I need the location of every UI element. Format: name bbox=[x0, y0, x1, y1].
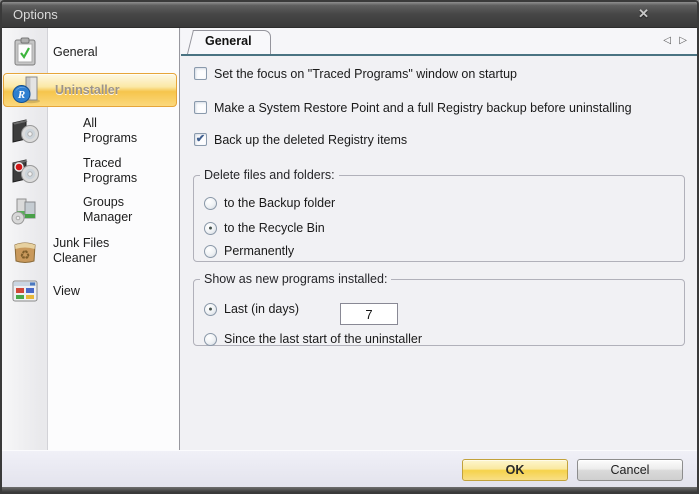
sidebar-item-label: Traced Programs bbox=[83, 156, 138, 185]
svg-text:R: R bbox=[17, 89, 25, 101]
radio-recycle-bin[interactable]: ● to the Recycle Bin bbox=[204, 221, 325, 235]
dialog-body: General R Uninstaller All Programs Trace… bbox=[2, 28, 697, 450]
radio-circle bbox=[204, 332, 217, 346]
general-icon bbox=[9, 36, 41, 68]
radio-label: Last (in days) bbox=[224, 302, 300, 316]
radio-circle bbox=[204, 244, 217, 258]
tab-scroll-left-icon[interactable]: ◁ bbox=[663, 35, 671, 46]
sidebar-item-groups-manager[interactable]: Groups Manager bbox=[2, 191, 178, 229]
tab-scroll-right-icon[interactable]: ▷ bbox=[679, 35, 687, 46]
tab-general[interactable]: General bbox=[187, 30, 271, 54]
tab-strip: General ◁ ▷ bbox=[181, 28, 697, 56]
radio-circle bbox=[204, 196, 217, 210]
group-title: Show as new programs installed: bbox=[204, 272, 388, 286]
sidebar-item-uninstaller[interactable]: R Uninstaller bbox=[3, 73, 177, 107]
radio-circle: ● bbox=[204, 221, 217, 235]
sidebar-item-view[interactable]: View bbox=[2, 274, 178, 308]
content-panel: General ◁ ▷ Set the focus on "Traced Pro… bbox=[181, 28, 697, 450]
sidebar-item-label: Groups Manager bbox=[83, 195, 133, 224]
sidebar-item-general[interactable]: General bbox=[2, 34, 178, 70]
sidebar-item-label: All Programs bbox=[83, 116, 138, 145]
checkbox-box bbox=[194, 67, 207, 80]
sidebar-item-label: Junk Files Cleaner bbox=[53, 236, 110, 265]
checkbox-focus-traced-programs[interactable]: Set the focus on "Traced Programs" windo… bbox=[194, 65, 517, 82]
radio-backup-folder[interactable]: to the Backup folder bbox=[204, 196, 335, 210]
sidebar: General R Uninstaller All Programs Trace… bbox=[2, 28, 180, 450]
radio-circle: ● bbox=[204, 302, 217, 316]
view-icon bbox=[9, 275, 41, 307]
checkbox-box: ✔ bbox=[194, 133, 207, 146]
close-icon[interactable]: ✕ bbox=[638, 6, 649, 22]
sidebar-item-all-programs[interactable]: All Programs bbox=[2, 112, 178, 150]
footer: OK Cancel bbox=[2, 450, 697, 487]
group-title: Delete files and folders: bbox=[204, 168, 335, 182]
checkbox-label: Make a System Restore Point and a full R… bbox=[214, 100, 632, 115]
checkbox-label: Back up the deleted Registry items bbox=[214, 132, 408, 147]
show-new-programs-group: Show as new programs installed: ● Last (… bbox=[193, 272, 685, 346]
window-title: Options bbox=[13, 7, 58, 22]
checkbox-system-restore-point[interactable]: Make a System Restore Point and a full R… bbox=[194, 99, 632, 116]
sidebar-item-label: Uninstaller bbox=[55, 82, 120, 97]
sidebar-item-label: General bbox=[53, 44, 98, 59]
uninstaller-icon: R bbox=[11, 74, 43, 106]
radio-label: Since the last start of the uninstaller bbox=[224, 332, 423, 346]
groups-manager-icon bbox=[9, 194, 41, 226]
titlebar: Options ✕ bbox=[2, 2, 697, 28]
checkbox-label: Set the focus on "Traced Programs" windo… bbox=[214, 66, 518, 81]
junk-files-cleaner-icon: ♻ bbox=[9, 235, 41, 267]
svg-text:♻: ♻ bbox=[20, 248, 31, 262]
radio-permanently[interactable]: Permanently bbox=[204, 244, 294, 258]
checkbox-backup-registry-items[interactable]: ✔ Back up the deleted Registry items bbox=[194, 131, 407, 148]
sidebar-item-traced-programs[interactable]: Traced Programs bbox=[2, 152, 178, 190]
radio-since-last-start[interactable]: Since the last start of the uninstaller bbox=[204, 332, 422, 346]
radio-label: Permanently bbox=[224, 244, 295, 258]
delete-files-group: Delete files and folders: to the Backup … bbox=[193, 168, 685, 262]
bottom-strip bbox=[2, 487, 697, 492]
sidebar-item-junk-files-cleaner[interactable]: ♻ Junk Files Cleaner bbox=[2, 232, 178, 270]
traced-programs-icon bbox=[9, 155, 41, 187]
radio-last-in-days[interactable]: ● Last (in days) bbox=[204, 302, 299, 316]
radio-label: to the Backup folder bbox=[224, 196, 336, 210]
options-window: Options ✕ General R Uninstaller All Prog… bbox=[0, 0, 699, 494]
all-programs-icon bbox=[9, 115, 41, 147]
radio-label: to the Recycle Bin bbox=[224, 221, 325, 235]
tab-label: General bbox=[205, 34, 252, 48]
cancel-button[interactable]: Cancel bbox=[577, 459, 683, 481]
days-input[interactable] bbox=[340, 303, 398, 325]
sidebar-item-label: View bbox=[53, 283, 80, 298]
checkbox-box bbox=[194, 101, 207, 114]
ok-button[interactable]: OK bbox=[462, 459, 568, 481]
